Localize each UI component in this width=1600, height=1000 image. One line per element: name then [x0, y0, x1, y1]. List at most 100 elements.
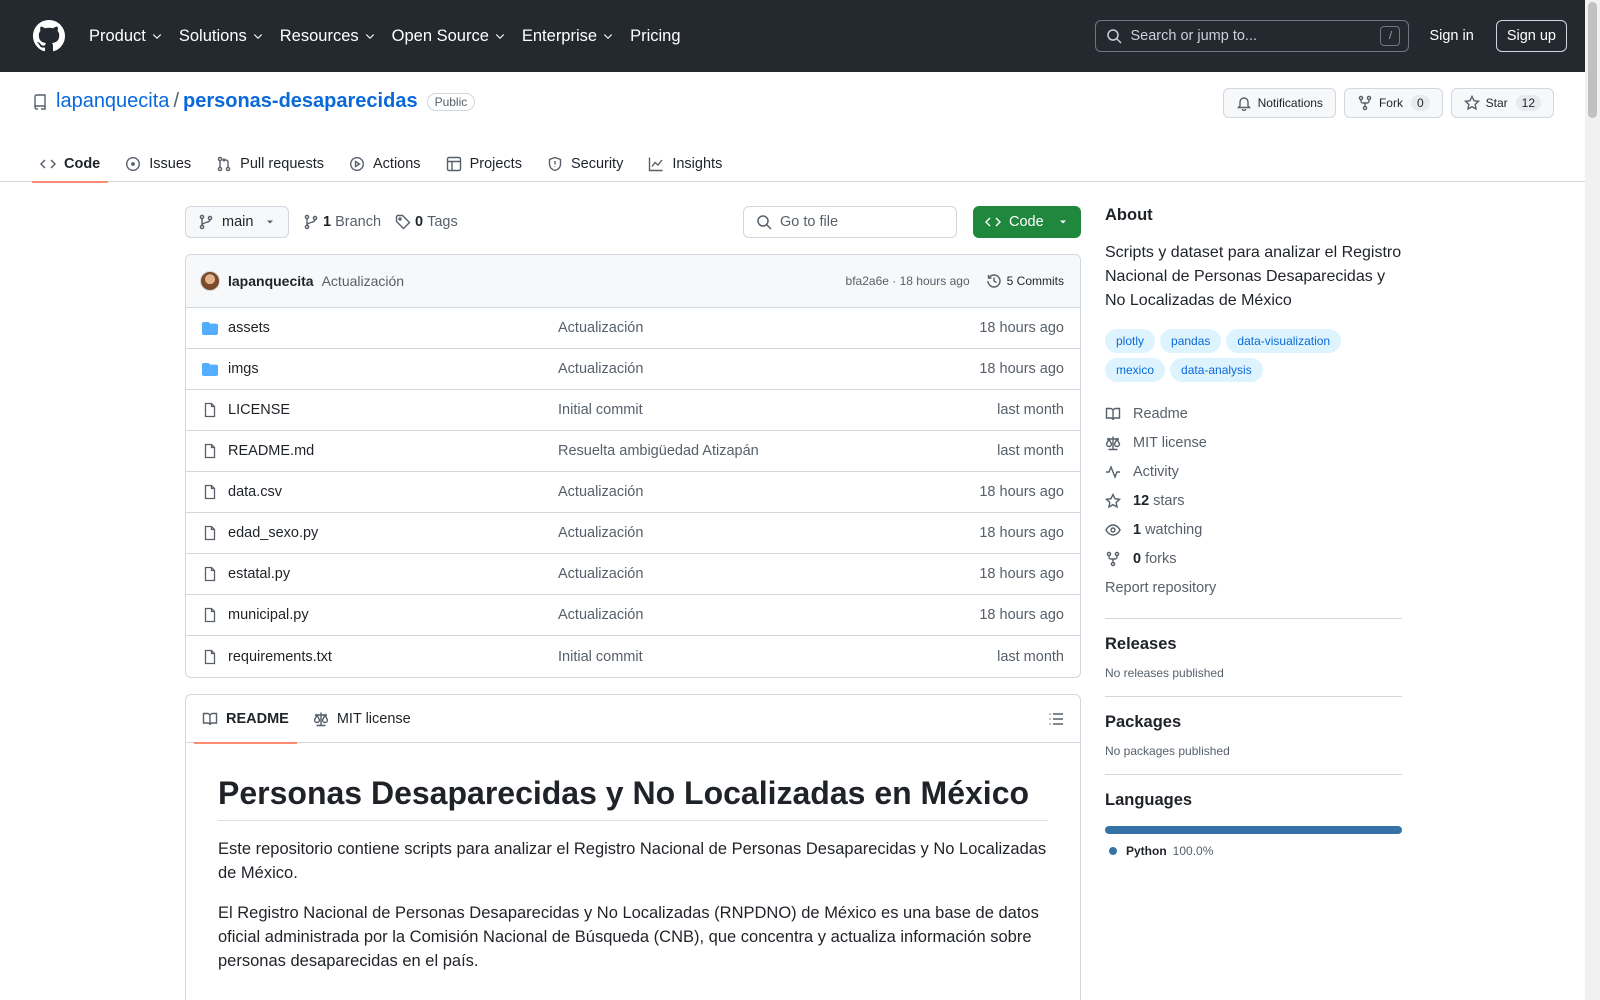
branches-link[interactable]: 1 Branch [303, 214, 381, 230]
commits-link[interactable]: 5 Commits [986, 273, 1064, 289]
file-commit-message[interactable]: Resuelta ambigüedad Atizapán [558, 443, 759, 459]
commit-author[interactable]: lapanquecita [228, 273, 314, 289]
tab-issues[interactable]: Issues [117, 146, 199, 182]
tab-license[interactable]: MIT license [305, 695, 419, 743]
file-name-link[interactable]: estatal.py [228, 566, 558, 582]
file-name-link[interactable]: requirements.txt [228, 649, 558, 665]
file-name-link[interactable]: assets [228, 320, 558, 336]
file-list: lapanquecita Actualización bfa2a6e · 18 … [185, 254, 1081, 678]
page-scrollbar[interactable] [1585, 0, 1600, 1000]
visibility-badge: Public [426, 92, 476, 111]
file-name-link[interactable]: data.csv [228, 484, 558, 500]
sidebar: About Scripts y dataset para analizar el… [1105, 206, 1402, 858]
search-input[interactable]: Search or jump to... / [1095, 20, 1410, 52]
topic-tag[interactable]: pandas [1160, 329, 1222, 353]
packages-heading[interactable]: Packages [1105, 713, 1402, 732]
fork-icon [1106, 551, 1120, 566]
file-commit-message[interactable]: Actualización [558, 484, 643, 500]
repo-actions: Notifications Fork 0 Star 12 [1215, 88, 1554, 118]
search-placeholder: Search or jump to... [1130, 28, 1257, 44]
file-commit-message[interactable]: Actualización [558, 320, 643, 336]
stars-link[interactable]: 12 stars [1105, 486, 1402, 515]
nav-solutions[interactable]: Solutions [179, 27, 264, 46]
tab-security[interactable]: Security [539, 146, 631, 182]
topic-tag[interactable]: plotly [1105, 329, 1156, 353]
fork-button[interactable]: Fork 0 [1343, 88, 1443, 118]
github-logo-icon[interactable] [33, 20, 65, 52]
tab-pull-requests[interactable]: Pull requests [208, 146, 332, 182]
file-name-link[interactable]: LICENSE [228, 402, 558, 418]
releases-heading[interactable]: Releases [1105, 635, 1402, 654]
file-row[interactable]: requirements.txt Initial commit last month [186, 636, 1080, 677]
watching-link[interactable]: 1 watching [1105, 515, 1402, 544]
file-name-link[interactable]: README.md [228, 443, 558, 459]
file-row[interactable]: assets Actualización 18 hours ago [186, 308, 1080, 349]
file-commit-message[interactable]: Actualización [558, 566, 643, 582]
forks-link[interactable]: 0 forks [1105, 544, 1402, 573]
file-icon [204, 443, 216, 459]
file-name-link[interactable]: imgs [228, 361, 558, 377]
repo-header: lapanquecita / personas-desaparecidas Pu… [0, 72, 1600, 183]
tags-link[interactable]: 0 Tags [395, 214, 458, 230]
file-row[interactable]: edad_sexo.py Actualización 18 hours ago [186, 513, 1080, 554]
file-icon [204, 525, 216, 541]
code-dropdown-button[interactable]: Code [973, 206, 1081, 238]
divider [1105, 774, 1402, 775]
commit-message[interactable]: Actualización [322, 273, 405, 289]
file-commit-date: 18 hours ago [979, 607, 1064, 623]
file-row[interactable]: README.md Resuelta ambigüedad Atizapán las… [186, 431, 1080, 472]
topic-tag[interactable]: data-analysis [1170, 358, 1263, 382]
nav-product[interactable]: Product [89, 27, 163, 46]
file-commit-date: 18 hours ago [979, 320, 1064, 336]
file-name-link[interactable]: municipal.py [228, 607, 558, 623]
code-icon [40, 159, 56, 169]
tab-projects[interactable]: Projects [438, 146, 530, 182]
file-row[interactable]: imgs Actualización 18 hours ago [186, 349, 1080, 390]
go-to-file-input[interactable]: Go to file [743, 206, 957, 238]
nav-pricing[interactable]: Pricing [630, 27, 680, 46]
file-commit-date: 18 hours ago [979, 525, 1064, 541]
topic-tag[interactable]: mexico [1105, 358, 1166, 382]
readme-tabs: README MIT license [186, 695, 1080, 744]
branch-selector[interactable]: main [185, 206, 289, 238]
commit-hash-time[interactable]: bfa2a6e · 18 hours ago [846, 274, 970, 288]
sign-up-button[interactable]: Sign up [1495, 20, 1567, 52]
report-repository-link[interactable]: Report repository [1105, 573, 1402, 602]
file-commit-message[interactable]: Actualización [558, 525, 643, 541]
readme-link[interactable]: Readme [1105, 399, 1402, 428]
scrollbar-thumb[interactable] [1588, 2, 1597, 118]
search-icon [757, 215, 772, 230]
file-commit-message[interactable]: Initial commit [558, 402, 643, 418]
code-icon [985, 217, 1001, 227]
tab-actions[interactable]: Actions [341, 146, 429, 182]
topics: plotly pandas data-visualization mexico data… [1105, 329, 1402, 387]
sign-in-link[interactable]: Sign in [1429, 28, 1473, 44]
activity-link[interactable]: Activity [1105, 457, 1402, 486]
folder-icon [202, 322, 218, 335]
file-row[interactable]: LICENSE Initial commit last month [186, 390, 1080, 431]
notifications-button[interactable]: Notifications [1222, 88, 1336, 118]
tab-readme[interactable]: README [194, 695, 297, 744]
repo-name-link[interactable]: personas-desaparecidas [183, 90, 418, 113]
nav-resources[interactable]: Resources [280, 27, 376, 46]
license-link[interactable]: MIT license [1105, 428, 1402, 457]
caret-down-icon [1060, 220, 1066, 224]
nav-open-source[interactable]: Open Source [392, 27, 506, 46]
file-commit-message[interactable]: Actualización [558, 361, 643, 377]
avatar[interactable] [200, 271, 220, 291]
outline-button[interactable] [1040, 703, 1072, 735]
file-name-link[interactable]: edad_sexo.py [228, 525, 558, 541]
tab-code[interactable]: Code [32, 146, 109, 183]
nav-enterprise[interactable]: Enterprise [522, 27, 614, 46]
file-commit-message[interactable]: Initial commit [558, 649, 643, 665]
topic-tag[interactable]: data-visualization [1226, 329, 1342, 353]
tab-insights[interactable]: Insights [640, 146, 730, 182]
file-row[interactable]: municipal.py Actualización 18 hours ago [186, 595, 1080, 636]
repo-owner-link[interactable]: lapanquecita [56, 90, 169, 113]
file-icon [204, 566, 216, 582]
file-commit-message[interactable]: Actualización [558, 607, 643, 623]
star-button[interactable]: Star 12 [1450, 88, 1554, 118]
language-item[interactable]: Python 100.0% [1105, 844, 1402, 858]
file-row[interactable]: data.csv Actualización 18 hours ago [186, 472, 1080, 513]
file-row[interactable]: estatal.py Actualización 18 hours ago [186, 554, 1080, 595]
